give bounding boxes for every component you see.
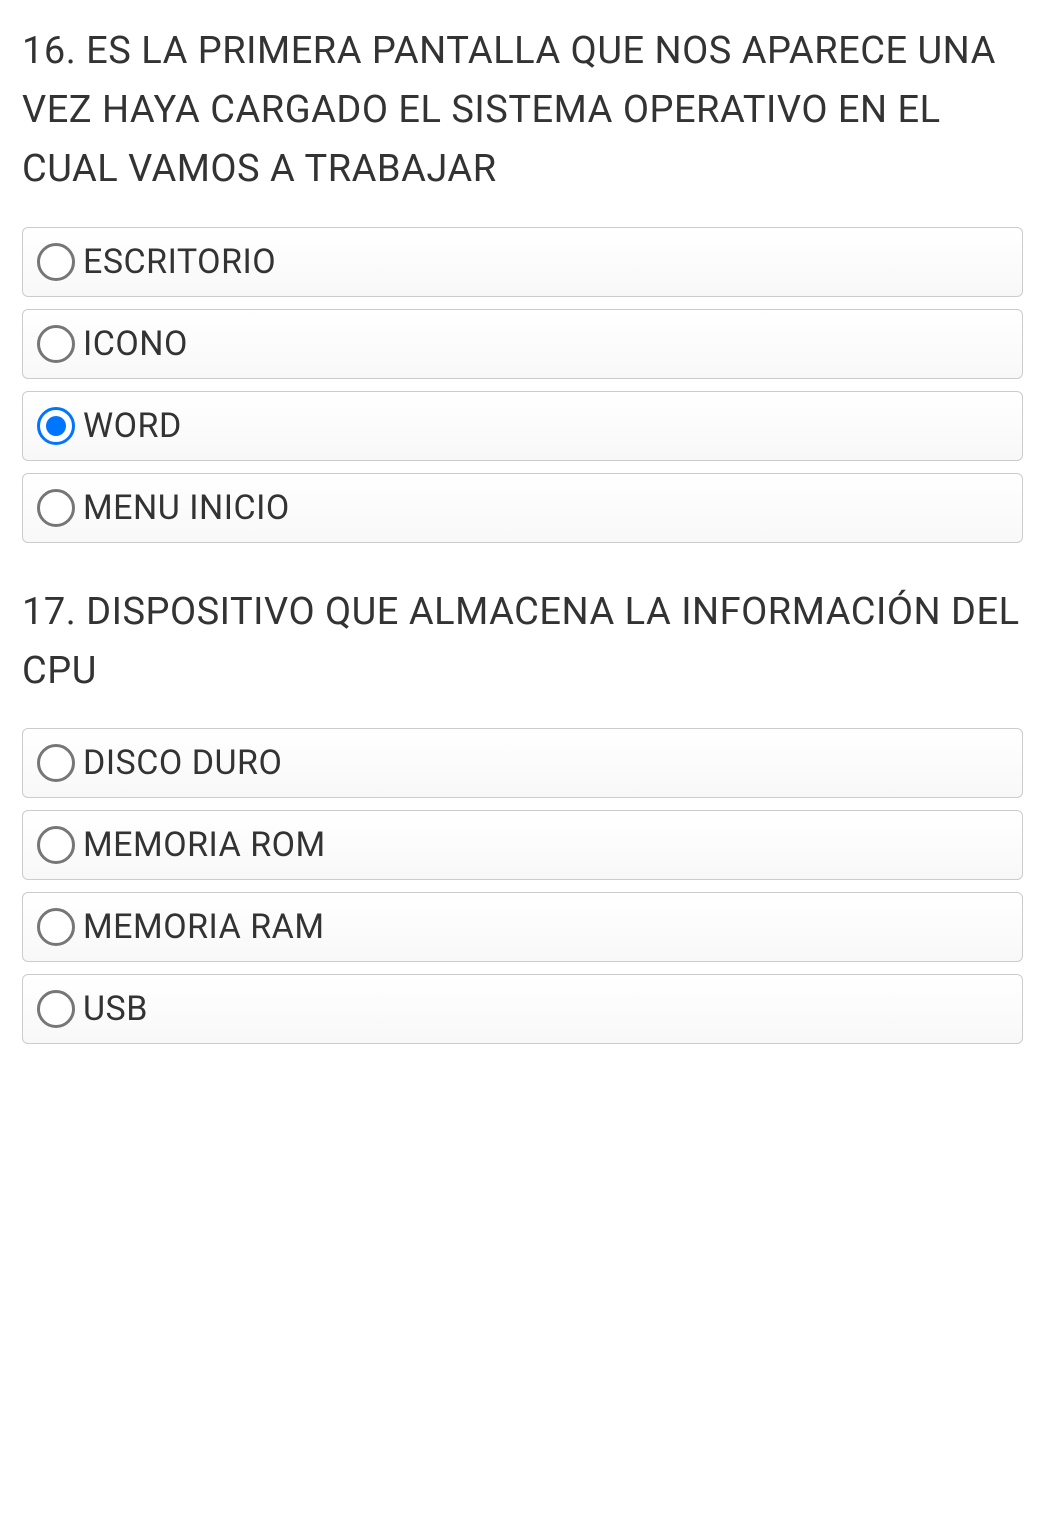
- options-list: ESCRITORIO ICONO WORD MENU INICIO: [22, 227, 1023, 543]
- radio-icon: [37, 744, 75, 782]
- option-usb[interactable]: USB: [22, 974, 1023, 1044]
- option-label: USB: [83, 989, 148, 1029]
- option-menu-inicio[interactable]: MENU INICIO: [22, 473, 1023, 543]
- radio-icon: [37, 407, 75, 445]
- option-label: MEMORIA ROM: [83, 825, 326, 865]
- option-label: MENU INICIO: [83, 488, 290, 528]
- option-memoria-rom[interactable]: MEMORIA ROM: [22, 810, 1023, 880]
- option-label: DISCO DURO: [83, 743, 282, 783]
- option-word[interactable]: WORD: [22, 391, 1023, 461]
- radio-icon: [37, 325, 75, 363]
- radio-icon: [37, 908, 75, 946]
- radio-icon: [37, 243, 75, 281]
- radio-icon: [37, 990, 75, 1028]
- option-label: WORD: [83, 406, 182, 446]
- option-disco-duro[interactable]: DISCO DURO: [22, 728, 1023, 798]
- option-memoria-ram[interactable]: MEMORIA RAM: [22, 892, 1023, 962]
- question-body: DISPOSITIVO QUE ALMACENA LA INFORMACIÓN …: [22, 590, 1020, 693]
- option-label: MEMORIA RAM: [83, 907, 325, 947]
- question-text: 17. DISPOSITIVO QUE ALMACENA LA INFORMAC…: [22, 583, 1023, 701]
- question-number: 17.: [22, 590, 76, 634]
- option-label: ESCRITORIO: [83, 242, 276, 282]
- question-number: 16.: [22, 29, 76, 73]
- radio-icon: [37, 489, 75, 527]
- question-text: 16. ES LA PRIMERA PANTALLA QUE NOS APARE…: [22, 22, 1023, 199]
- option-label: ICONO: [83, 324, 188, 364]
- option-escritorio[interactable]: ESCRITORIO: [22, 227, 1023, 297]
- radio-icon: [37, 826, 75, 864]
- question-16: 16. ES LA PRIMERA PANTALLA QUE NOS APARE…: [22, 22, 1023, 543]
- options-list: DISCO DURO MEMORIA ROM MEMORIA RAM USB: [22, 728, 1023, 1044]
- question-17: 17. DISPOSITIVO QUE ALMACENA LA INFORMAC…: [22, 583, 1023, 1045]
- option-icono[interactable]: ICONO: [22, 309, 1023, 379]
- question-body: ES LA PRIMERA PANTALLA QUE NOS APARECE U…: [22, 29, 996, 191]
